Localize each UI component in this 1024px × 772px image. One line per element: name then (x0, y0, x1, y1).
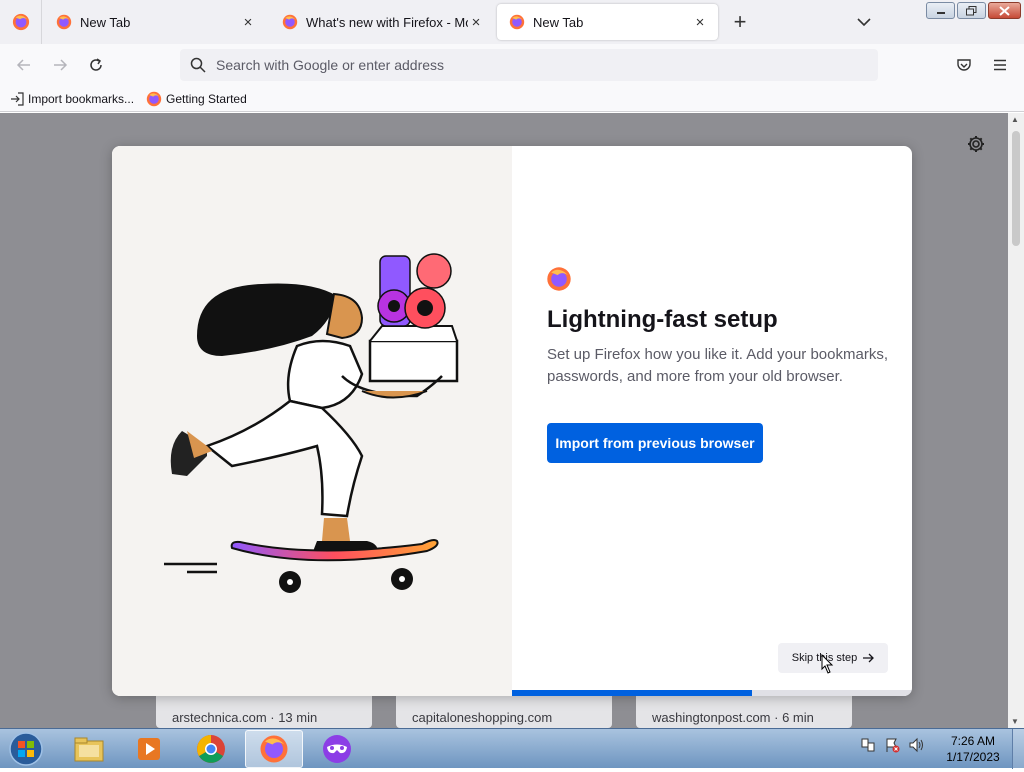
onboarding-content-panel: Lightning-fast setup Set up Firefox how … (512, 146, 912, 696)
bookmarks-toolbar: Import bookmarks... Getting Started (0, 86, 1024, 112)
media-player-icon (138, 738, 160, 760)
navigation-toolbar (0, 44, 1024, 86)
tab-strip: New Tab × What's new with Firefox - More… (0, 0, 1024, 44)
firefox-icon (260, 735, 288, 763)
scroll-down-icon[interactable]: ▼ (1011, 717, 1019, 726)
scrollbar-thumb[interactable] (1012, 131, 1020, 246)
volume-icon[interactable] (908, 737, 924, 753)
restore-icon (966, 5, 977, 15)
minimize-button[interactable] (926, 2, 955, 19)
onboarding-progress (512, 690, 912, 696)
clock-time: 7:26 AM (950, 734, 996, 748)
minimize-icon (936, 11, 945, 14)
firefox-icon (146, 91, 162, 106)
taskbar-private-browser[interactable] (308, 730, 366, 768)
mouse-cursor-icon (821, 654, 834, 674)
url-input[interactable] (216, 57, 816, 73)
chrome-icon (197, 735, 225, 763)
close-icon[interactable]: × (468, 14, 484, 31)
pocket-button[interactable] (952, 53, 976, 77)
bookmark-getting-started[interactable]: Getting Started (146, 91, 247, 107)
import-from-browser-button[interactable]: Import from previous browser (547, 423, 763, 463)
show-desktop-button[interactable] (1012, 729, 1024, 769)
top-site-label: washingtonpost.com · 6 min (652, 710, 814, 725)
onboarding-dialog: Lightning-fast setup Set up Firefox how … (112, 146, 912, 696)
taskbar-explorer[interactable] (60, 730, 118, 768)
system-tray (860, 737, 924, 753)
pocket-icon (957, 59, 971, 71)
taskbar-chrome[interactable] (182, 730, 240, 768)
new-tab-button[interactable]: + (727, 8, 753, 36)
firefox-icon (12, 13, 29, 31)
reload-icon (90, 58, 102, 71)
top-site-label: capitaloneshopping.com (412, 710, 553, 725)
chevron-down-icon (857, 18, 871, 27)
tab-label: What's new with Firefox - More (306, 14, 468, 30)
forward-arrow-icon (54, 59, 68, 71)
close-icon[interactable]: × (240, 14, 256, 31)
forward-button[interactable] (48, 53, 72, 77)
restore-button[interactable] (957, 2, 986, 19)
customize-newtab-button[interactable] (966, 134, 986, 154)
close-icon[interactable]: × (692, 14, 708, 31)
start-button[interactable] (6, 731, 46, 767)
taskbar-media-player[interactable] (120, 730, 178, 768)
tab-whats-new[interactable]: What's new with Firefox - More × (270, 4, 494, 40)
list-all-tabs-button[interactable] (852, 10, 876, 34)
close-window-button[interactable] (988, 2, 1021, 19)
top-site-label: arstechnica.com · 13 min (172, 710, 318, 725)
bookmark-import[interactable]: Import bookmarks... (10, 92, 134, 106)
bookmark-label: Import bookmarks... (28, 91, 135, 106)
tab-new-tab-active[interactable]: New Tab × (497, 4, 718, 40)
scroll-up-icon[interactable]: ▲ (1011, 115, 1019, 124)
address-bar[interactable] (180, 49, 878, 81)
private-mask-icon (323, 735, 351, 763)
tab-label: New Tab (533, 14, 584, 30)
skateboarder-illustration (164, 253, 459, 593)
arrow-right-icon (863, 653, 875, 663)
firefox-icon (282, 14, 298, 30)
firefox-icon (56, 14, 72, 30)
app-menu-button[interactable] (988, 53, 1012, 77)
reload-button[interactable] (84, 53, 108, 77)
tab-new-tab-1[interactable]: New Tab × (44, 4, 266, 40)
hamburger-menu-icon (994, 59, 1006, 71)
action-center-flag-icon[interactable] (884, 737, 900, 753)
bookmark-label: Getting Started (166, 91, 247, 106)
search-icon (190, 57, 206, 73)
firefox-logo-icon (547, 267, 571, 291)
progress-fill (512, 690, 752, 696)
onboarding-subtext: Set up Firefox how you like it. Add your… (547, 346, 888, 385)
windows-taskbar: 7:26 AM 1/17/2023 (0, 728, 1024, 769)
onboarding-illustration-panel (112, 146, 512, 696)
firefox-view-button[interactable] (0, 0, 42, 44)
network-icon[interactable] (860, 737, 876, 753)
import-icon (11, 91, 24, 106)
clock-date: 1/17/2023 (946, 750, 1000, 764)
folder-icon (74, 737, 104, 762)
onboarding-headline: Lightning-fast setup (547, 306, 778, 333)
window-controls (926, 2, 1021, 19)
taskbar-firefox[interactable] (245, 730, 303, 768)
tab-label: New Tab (80, 14, 131, 30)
back-button[interactable] (12, 53, 36, 77)
gear-icon (968, 136, 984, 152)
page-content: arstechnica.com · 13 min capitaloneshopp… (0, 113, 1008, 728)
close-icon (999, 5, 1010, 16)
taskbar-clock[interactable]: 7:26 AM 1/17/2023 (940, 733, 1006, 765)
firefox-icon (509, 14, 525, 30)
windows-logo-icon (9, 732, 43, 766)
back-arrow-icon (16, 59, 30, 71)
vertical-scrollbar[interactable]: ▲ ▼ (1008, 113, 1024, 728)
